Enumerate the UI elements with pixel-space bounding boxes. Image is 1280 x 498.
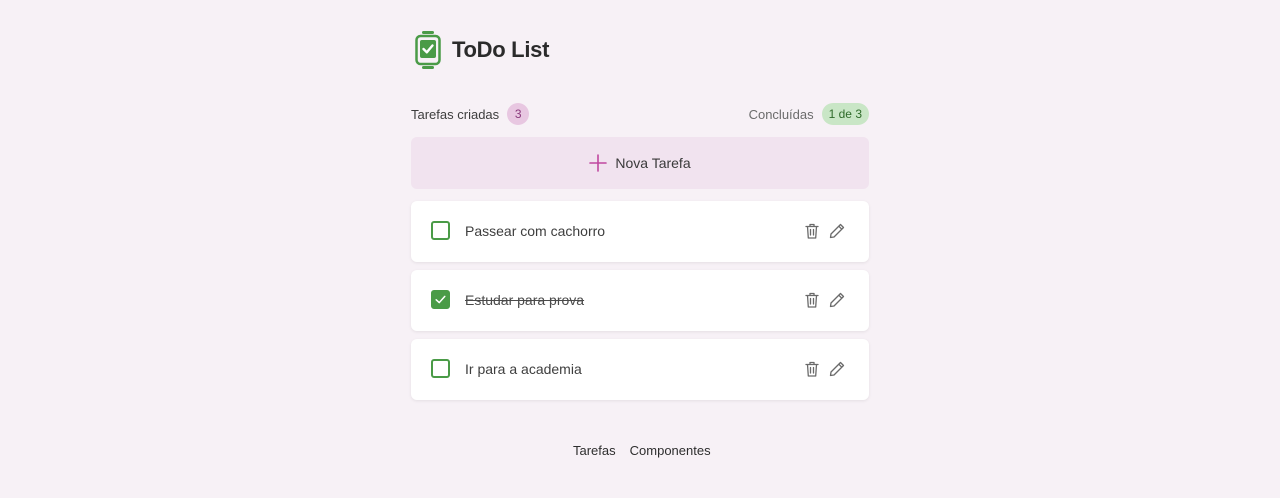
pencil-icon[interactable] <box>828 222 846 240</box>
check-icon <box>435 295 446 304</box>
new-task-button[interactable]: Nova Tarefa <box>411 137 869 189</box>
footer-nav: Tarefas Componentes <box>573 443 711 458</box>
trash-icon[interactable] <box>803 291 821 309</box>
task-checkbox[interactable] <box>431 290 450 309</box>
task-item: Ir para a academia <box>411 339 869 400</box>
created-summary: Tarefas criadas 3 <box>411 103 530 125</box>
task-label: Estudar para prova <box>465 292 585 308</box>
task-summary: Tarefas criadas 3 Concluídas 1 de 3 <box>411 103 869 125</box>
created-label: Tarefas criadas <box>411 106 500 122</box>
pencil-icon[interactable] <box>828 291 846 309</box>
task-checkbox[interactable] <box>431 221 450 240</box>
clipboard-check-icon <box>415 31 441 69</box>
task-checkbox[interactable] <box>431 359 450 378</box>
task-item: Estudar para prova <box>411 270 869 331</box>
task-label: Ir para a academia <box>465 361 582 377</box>
task-label: Passear com cachorro <box>465 223 606 239</box>
completed-summary: Concluídas 1 de 3 <box>749 103 869 125</box>
completed-label: Concluídas <box>748 106 814 122</box>
footer-link-tarefas[interactable]: Tarefas <box>573 443 616 458</box>
app-title: ToDo List <box>452 37 550 62</box>
task-item: Passear com cachorro <box>411 201 869 262</box>
trash-icon[interactable] <box>803 360 821 378</box>
completed-count-badge: 1 de 3 <box>821 103 869 125</box>
app-header: ToDo List <box>415 31 549 69</box>
new-task-label: Nova Tarefa <box>615 155 691 171</box>
created-count-badge: 3 <box>507 103 530 125</box>
plus-icon <box>589 154 608 172</box>
pencil-icon[interactable] <box>828 360 846 378</box>
trash-icon[interactable] <box>803 222 821 240</box>
footer-link-componentes[interactable]: Componentes <box>630 443 711 458</box>
